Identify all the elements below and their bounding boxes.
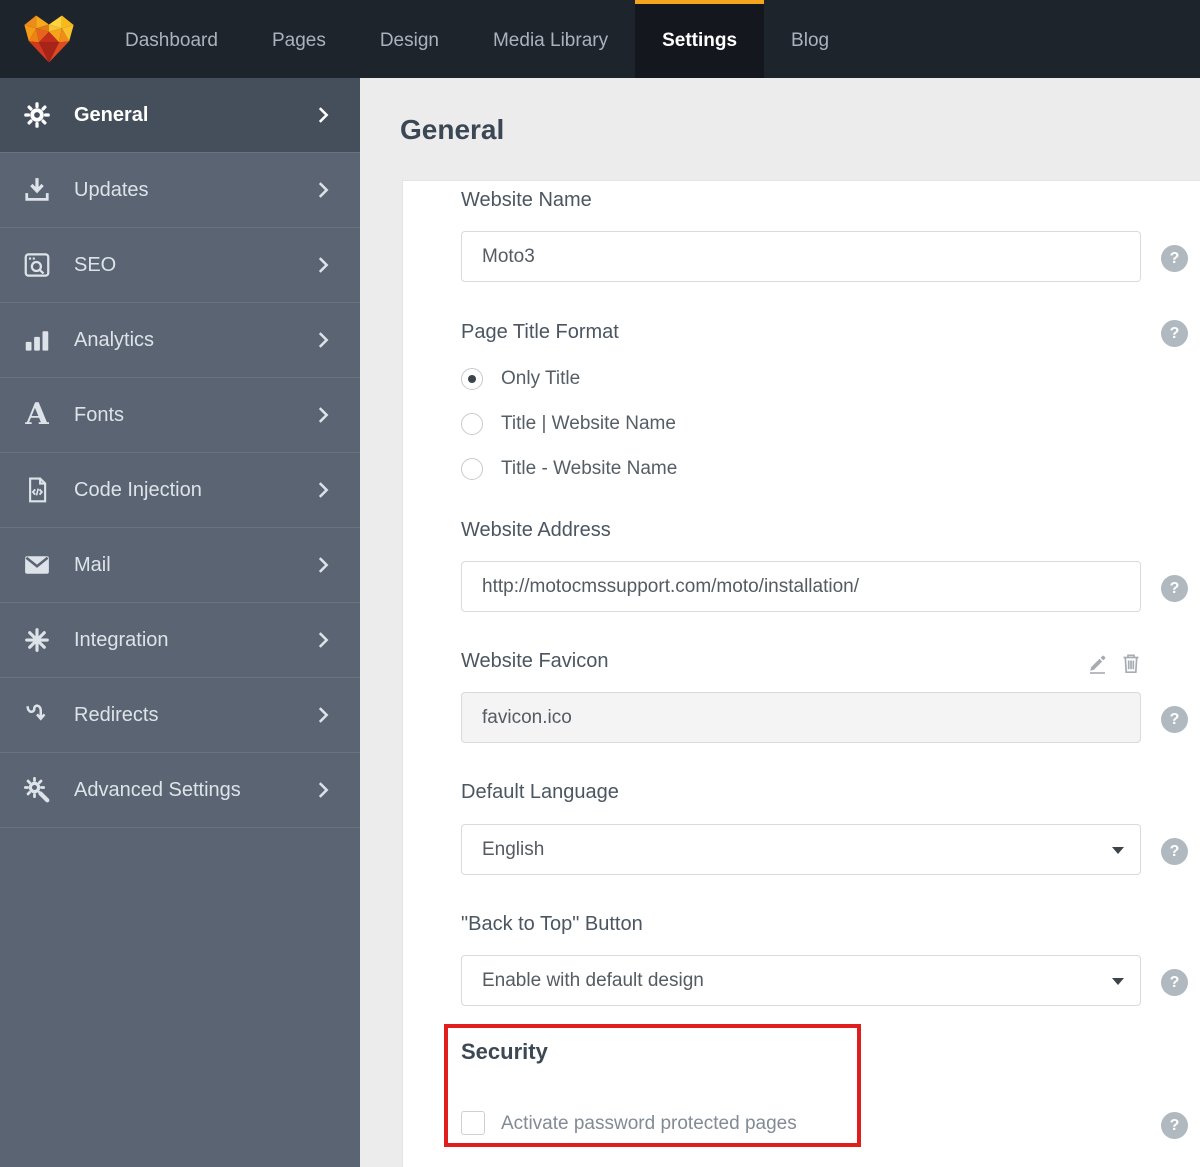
help-icon[interactable]: ?: [1161, 706, 1188, 733]
nav-settings[interactable]: Settings: [635, 0, 765, 78]
page-title: General: [400, 114, 505, 145]
chevron-right-icon: [312, 403, 334, 427]
envelope-icon: [20, 549, 54, 581]
default-language-label: Default Language: [461, 781, 619, 803]
chevron-right-icon: [312, 103, 334, 127]
gear-wrench-icon: [20, 774, 54, 806]
sidebar-item-general[interactable]: General: [0, 78, 360, 153]
top-nav-items: Dashboard Pages Design Media Library Set…: [98, 0, 856, 78]
activate-password-label: Activate password protected pages: [501, 1113, 797, 1134]
sidebar-item-label: Updates: [74, 178, 149, 201]
help-icon[interactable]: ?: [1161, 1112, 1188, 1139]
sidebar-item-label: Mail: [74, 553, 111, 576]
trash-icon[interactable]: [1119, 650, 1143, 676]
nav-pages[interactable]: Pages: [245, 0, 353, 78]
sidebar-item-label: Fonts: [74, 403, 125, 426]
website-address-input[interactable]: [461, 561, 1141, 612]
sidebar-item-label: Integration: [74, 628, 169, 651]
selected-back-to-top-value: Enable with default design: [482, 969, 704, 991]
radio-button[interactable]: [461, 413, 483, 435]
download-icon: [20, 174, 54, 206]
sidebar-item-integration[interactable]: Integration: [0, 603, 360, 678]
security-heading: Security: [461, 1039, 548, 1064]
motocms-logo[interactable]: [0, 0, 98, 78]
chevron-right-icon: [312, 178, 334, 202]
sidebar-item-label: Code Injection: [74, 478, 202, 501]
chevron-right-icon: [312, 253, 334, 277]
sidebar-item-analytics[interactable]: Analytics: [0, 303, 360, 378]
radio-button-selected[interactable]: [461, 368, 483, 390]
redirect-arrow-icon: [20, 699, 54, 731]
back-to-top-select[interactable]: Enable with default design: [461, 955, 1141, 1006]
settings-sidebar: General Updates SEO Analytics A Fonts Co…: [0, 78, 360, 1167]
chevron-right-icon: [312, 328, 334, 352]
sidebar-item-redirects[interactable]: Redirects: [0, 678, 360, 753]
gear-icon: [20, 99, 54, 131]
nav-blog[interactable]: Blog: [764, 0, 856, 78]
sidebar-item-code-injection[interactable]: Code Injection: [0, 453, 360, 528]
sidebar-item-label: SEO: [74, 253, 117, 276]
chevron-right-icon: [312, 478, 334, 502]
help-icon[interactable]: ?: [1161, 838, 1188, 865]
selected-language-value: English: [482, 838, 545, 860]
page-title-format-label: Page Title Format: [461, 321, 619, 343]
sidebar-item-fonts[interactable]: A Fonts: [0, 378, 360, 453]
chevron-right-icon: [312, 703, 334, 727]
sidebar-item-label: Redirects: [74, 703, 159, 726]
help-icon[interactable]: ?: [1161, 320, 1188, 347]
top-nav-bar: Dashboard Pages Design Media Library Set…: [0, 0, 1200, 78]
nav-media-library[interactable]: Media Library: [466, 0, 635, 78]
browser-search-icon: [20, 249, 54, 281]
sidebar-item-seo[interactable]: SEO: [0, 228, 360, 303]
help-icon[interactable]: ?: [1161, 245, 1188, 272]
nav-design[interactable]: Design: [353, 0, 466, 78]
chevron-right-icon: [312, 628, 334, 652]
sidebar-item-label: General: [74, 103, 149, 126]
code-file-icon: [20, 474, 54, 506]
general-settings-panel: Website Name ? Page Title Format ? Only …: [402, 180, 1200, 1167]
radio-title-pipe-website-name[interactable]: Title | Website Name: [461, 413, 676, 435]
edit-pencil-icon[interactable]: [1086, 650, 1110, 676]
motocms-logo-icon: [24, 15, 74, 63]
sidebar-item-advanced-settings[interactable]: Advanced Settings: [0, 753, 360, 828]
chevron-right-icon: [312, 778, 334, 802]
asterisk-icon: [20, 624, 54, 656]
dropdown-caret-icon: [1112, 977, 1124, 985]
chevron-right-icon: [312, 553, 334, 577]
help-icon[interactable]: ?: [1161, 969, 1188, 996]
activate-password-checkbox[interactable]: [461, 1111, 485, 1135]
website-address-label: Website Address: [461, 519, 611, 541]
sidebar-item-updates[interactable]: Updates: [0, 153, 360, 228]
website-favicon-label: Website Favicon: [461, 650, 609, 672]
main-content: General Website Name ? Page Title Format…: [360, 78, 1200, 1167]
bar-chart-icon: [20, 324, 54, 356]
sidebar-item-label: Analytics: [74, 328, 155, 351]
sidebar-item-mail[interactable]: Mail: [0, 528, 360, 603]
dropdown-caret-icon: [1112, 846, 1124, 854]
radio-title-dash-website-name[interactable]: Title - Website Name: [461, 458, 677, 480]
website-name-input[interactable]: [461, 231, 1141, 282]
help-icon[interactable]: ?: [1161, 575, 1188, 602]
website-favicon-input[interactable]: [461, 692, 1141, 743]
back-to-top-label: "Back to Top" Button: [461, 913, 643, 935]
website-name-label: Website Name: [461, 189, 592, 211]
radio-button[interactable]: [461, 458, 483, 480]
nav-dashboard[interactable]: Dashboard: [98, 0, 245, 78]
serif-a-icon: A: [25, 397, 49, 432]
sidebar-item-label: Advanced Settings: [74, 778, 241, 801]
default-language-select[interactable]: English: [461, 824, 1141, 875]
radio-only-title[interactable]: Only Title: [461, 368, 580, 390]
